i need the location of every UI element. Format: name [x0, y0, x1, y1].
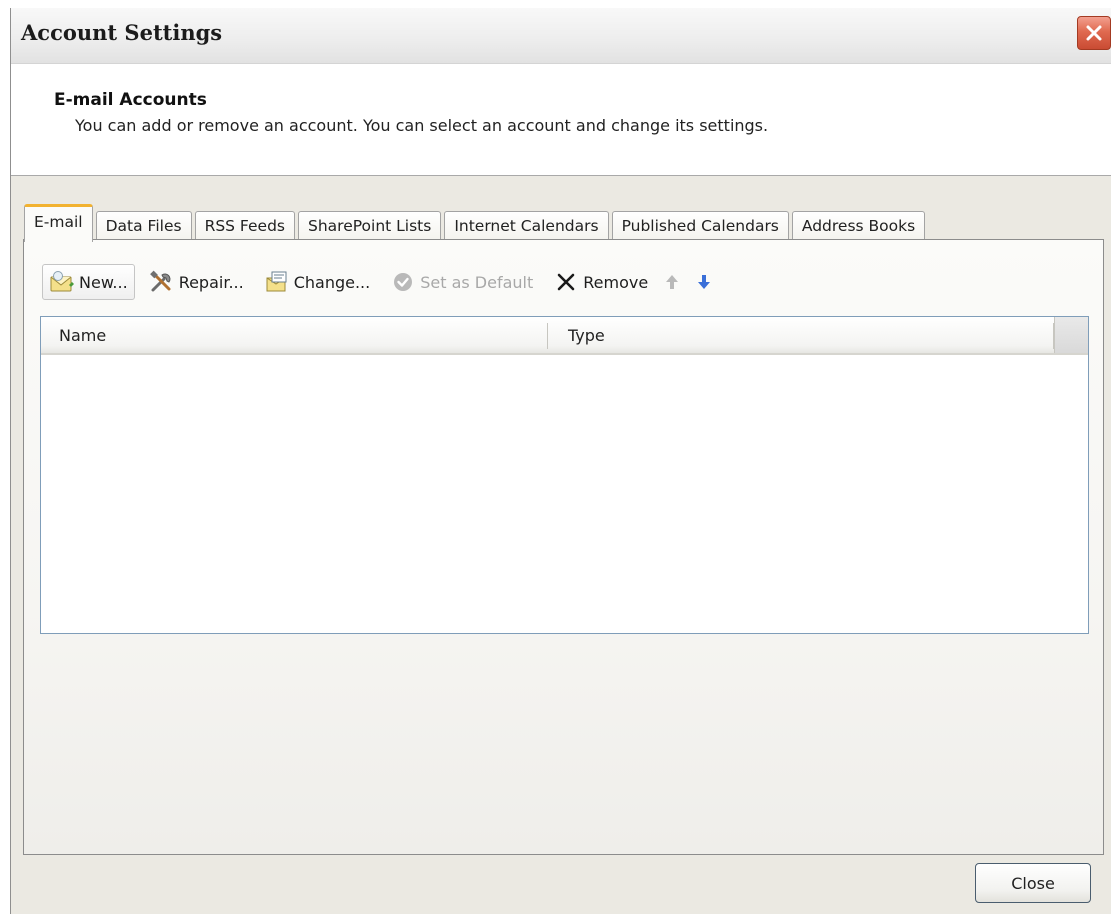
account-settings-window: Account Settings E-mail Accounts You can… [10, 8, 1111, 914]
tab-data-files[interactable]: Data Files [95, 211, 192, 241]
account-toolbar: New... Repair... Change... Set as Defaul… [42, 262, 726, 302]
repair-button[interactable]: Repair... [143, 264, 250, 300]
window-title: Account Settings [21, 20, 223, 45]
new-account-button[interactable]: New... [42, 264, 135, 300]
remove-button-label: Remove [583, 272, 649, 292]
change-button-label: Change... [293, 272, 371, 292]
column-header-name[interactable]: Name [59, 326, 106, 345]
new-account-icon [49, 269, 75, 295]
email-tab-panel: New... Repair... Change... Set as Defaul… [23, 239, 1104, 855]
column-divider[interactable] [547, 323, 548, 349]
window-close-button[interactable] [1077, 16, 1111, 50]
header-filler [1054, 317, 1088, 353]
set-default-icon [390, 269, 416, 295]
change-button[interactable]: Change... [258, 264, 377, 300]
section-title: E-mail Accounts [54, 90, 207, 110]
move-up-icon[interactable] [662, 271, 682, 293]
tab-sharepoint-lists[interactable]: SharePoint Lists [298, 211, 442, 241]
remove-icon [553, 269, 579, 295]
title-bar[interactable]: Account Settings [11, 8, 1111, 64]
set-default-button-label: Set as Default [420, 272, 534, 292]
account-list[interactable]: Name Type [40, 316, 1089, 634]
section-description: You can add or remove an account. You ca… [75, 116, 769, 135]
repair-button-label: Repair... [178, 272, 244, 292]
change-icon [264, 269, 290, 295]
tab-address-books[interactable]: Address Books [791, 211, 926, 241]
close-button[interactable]: Close [975, 863, 1091, 903]
tab-internet-calendars[interactable]: Internet Calendars [444, 211, 609, 241]
close-icon [1086, 25, 1102, 41]
account-list-header: Name Type [41, 317, 1088, 355]
remove-button[interactable]: Remove [547, 264, 654, 300]
header-panel: E-mail Accounts You can add or remove an… [11, 64, 1111, 176]
column-header-type[interactable]: Type [568, 326, 605, 345]
move-down-icon[interactable] [694, 271, 714, 293]
tab-rss-feeds[interactable]: RSS Feeds [194, 211, 295, 241]
new-button-label: New... [79, 272, 128, 292]
tab-published-calendars[interactable]: Published Calendars [611, 211, 789, 241]
tab-strip: E-mail Data Files RSS Feeds SharePoint L… [24, 201, 928, 242]
set-as-default-button[interactable]: Set as Default [384, 264, 539, 300]
repair-icon [149, 269, 175, 295]
tab-email[interactable]: E-mail [24, 204, 93, 242]
